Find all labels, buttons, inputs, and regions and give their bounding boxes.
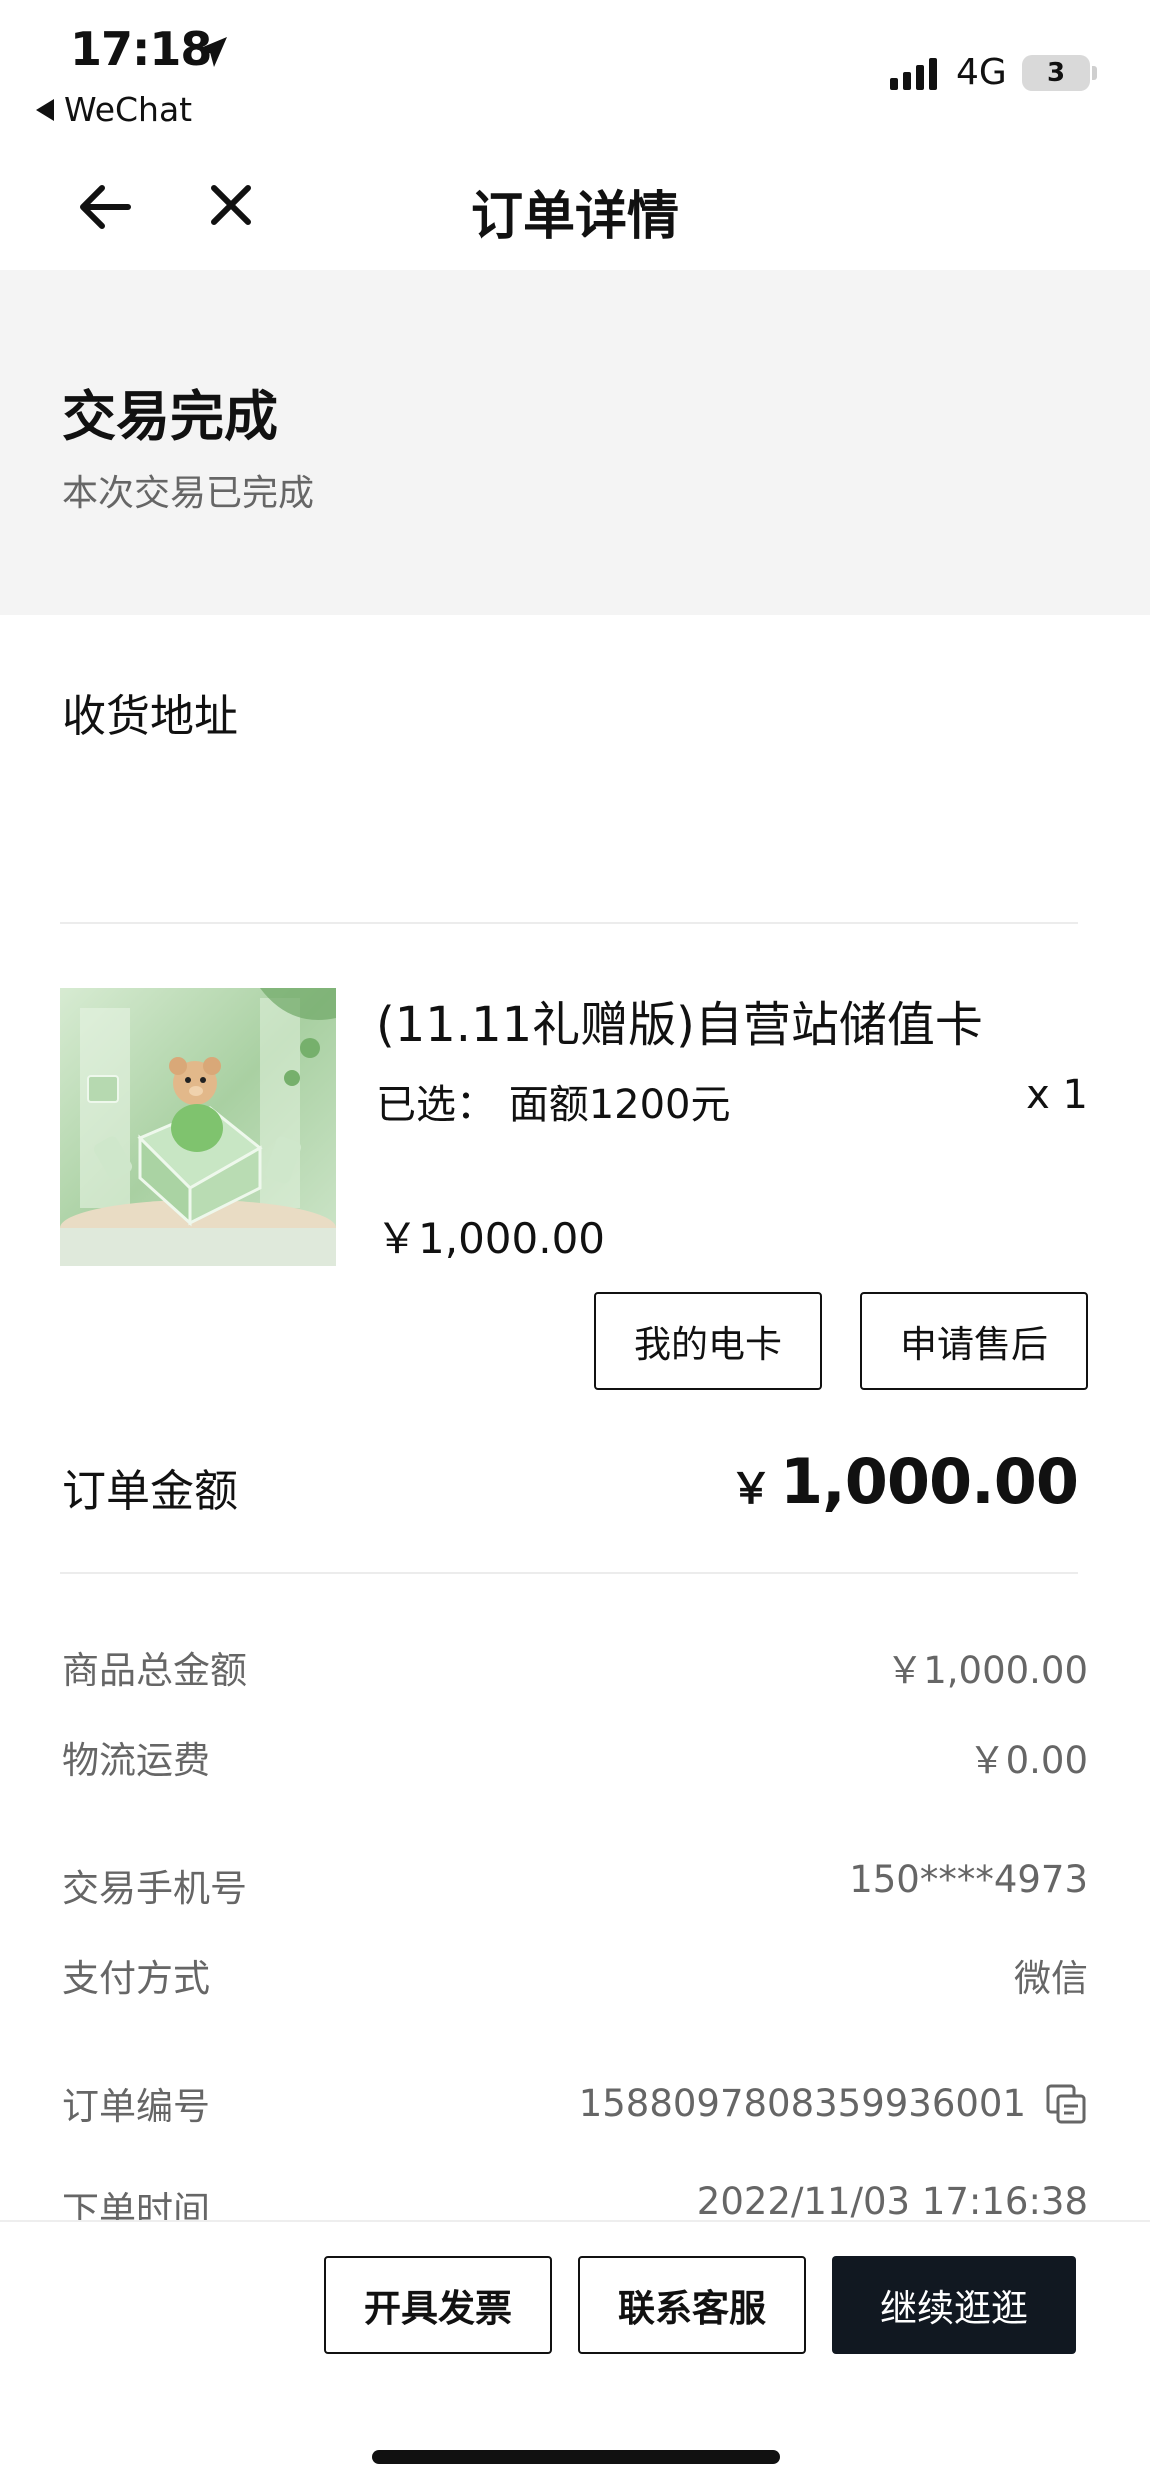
order-total-label: 订单金额: [62, 1466, 238, 1517]
battery-icon: 3: [1022, 55, 1090, 91]
teddy-bear-gift-illustration: [60, 988, 336, 1266]
divider: [60, 1572, 1078, 1574]
order-total-value: ￥ 1,000.00: [730, 1445, 1079, 1518]
divider: [60, 922, 1078, 924]
close-icon[interactable]: [200, 174, 262, 236]
phone-value: 150****4973: [849, 1858, 1088, 1901]
status-time: 17:18: [70, 22, 212, 76]
battery-level: 3: [1046, 58, 1066, 88]
order-total-currency: ￥: [730, 1464, 773, 1513]
product-price: ￥1,000.00: [376, 1214, 606, 1263]
issue-invoice-button[interactable]: 开具发票: [324, 2256, 552, 2354]
cellular-signal-icon: [890, 56, 937, 90]
shipping-address-title: 收货地址: [62, 691, 238, 742]
phone-label: 交易手机号: [62, 1867, 247, 1910]
order-status-panel: 交易完成 本次交易已完成: [0, 270, 1150, 615]
home-indicator[interactable]: [372, 2450, 780, 2464]
page-title: 订单详情: [470, 187, 679, 247]
product-image[interactable]: [60, 988, 336, 1266]
product-quantity: x 1: [1026, 1072, 1088, 1118]
goods-total-label: 商品总金额: [62, 1649, 247, 1692]
order-time-value: 2022/11/03 17:16:38: [696, 2180, 1088, 2223]
order-status-subtitle: 本次交易已完成: [62, 473, 315, 514]
continue-shopping-button[interactable]: 继续逛逛: [832, 2256, 1076, 2354]
back-app-label: WeChat: [64, 90, 193, 129]
product-name[interactable]: (11.11礼赠版)自营站储值卡: [376, 985, 983, 1055]
network-type: 4G: [956, 52, 1007, 93]
product-spec: 已选： 面额1200元: [376, 1082, 731, 1128]
order-number-label: 订单编号: [62, 2085, 210, 2128]
copy-icon[interactable]: [1044, 2082, 1088, 2126]
back-arrow-icon[interactable]: [70, 172, 140, 242]
shipping-fee-value: ￥0.00: [968, 1739, 1088, 1782]
bottom-action-bar: 开具发票 联系客服 继续逛逛: [0, 2220, 1150, 2489]
nav-bar: 订单详情: [0, 150, 1150, 270]
shipping-fee-label: 物流运费: [62, 1739, 210, 1782]
order-status-title: 交易完成: [62, 385, 278, 448]
goods-total-value: ￥1,000.00: [886, 1649, 1088, 1692]
status-bar: 17:18 WeChat 4G 3: [0, 0, 1150, 150]
back-triangle-icon: [36, 98, 54, 121]
payment-method-label: 支付方式: [62, 1957, 210, 2000]
battery-cap: [1092, 66, 1097, 80]
order-total-amount: 1,000.00: [780, 1445, 1079, 1518]
after-sale-button[interactable]: 申请售后: [860, 1292, 1088, 1390]
order-number-value: 1588097808359936001: [578, 2082, 1026, 2125]
contact-service-button[interactable]: 联系客服: [578, 2256, 806, 2354]
back-to-wechat-link[interactable]: WeChat: [36, 90, 192, 129]
my-card-button[interactable]: 我的电卡: [594, 1292, 822, 1390]
location-arrow-icon: [197, 37, 227, 67]
payment-method-value: 微信: [1014, 1957, 1088, 2000]
